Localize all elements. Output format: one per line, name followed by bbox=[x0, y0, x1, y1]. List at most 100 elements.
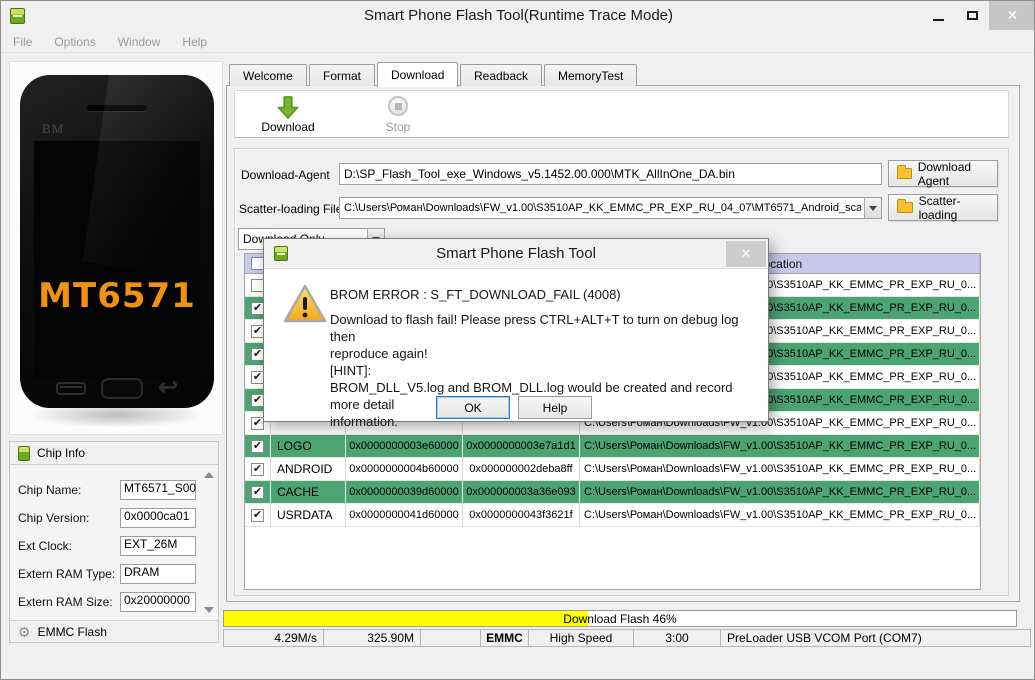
cell-begin-address: 0x0000000003e60000 bbox=[346, 435, 463, 458]
download-agent-button-label: Download Agent bbox=[917, 159, 972, 188]
phone-brand-label: BM bbox=[42, 121, 65, 136]
chip-field-value[interactable]: EXT_26M bbox=[120, 536, 196, 556]
chip-field-value[interactable]: MT6571_S00 bbox=[120, 480, 196, 500]
folder-icon bbox=[897, 165, 912, 179]
error-dialog: Smart Phone Flash Tool ✕ BROM ERROR : S_… bbox=[263, 238, 769, 429]
row-checkbox[interactable]: ✔ bbox=[251, 485, 264, 499]
phone-screen: MT6571 bbox=[34, 141, 200, 379]
phone-speaker bbox=[87, 105, 147, 111]
status-cell-connection-speed: High Speed bbox=[529, 629, 634, 647]
chip-field-row: Extern RAM Size: 0x20000000 bbox=[10, 592, 218, 612]
tab-download[interactable]: Download bbox=[377, 62, 459, 87]
cell-begin-address: 0x0000000041d60000 bbox=[346, 504, 463, 527]
phone-preview-panel: BM MT6571 ↩ bbox=[9, 61, 223, 435]
cell-location: C:\Users\Роман\Downloads\FW_v1.00\S3510A… bbox=[580, 435, 980, 458]
chip-field-label: Ext Clock: bbox=[18, 539, 73, 553]
progress-label: Download Flash 46% bbox=[563, 612, 677, 626]
close-button[interactable]: ✕ bbox=[989, 1, 1034, 30]
download-action-button[interactable]: Download bbox=[253, 94, 323, 136]
table-row[interactable]: ✔ USRDATA 0x0000000041d60000 0x0000000043f3… bbox=[245, 504, 980, 527]
download-agent-input[interactable] bbox=[339, 163, 882, 185]
scatter-loading-button-label: Scatter-loading bbox=[918, 193, 961, 222]
dialog-title: Smart Phone Flash Tool bbox=[436, 245, 596, 262]
stop-action-label: Stop bbox=[385, 120, 411, 134]
row-check-cell: ✔ bbox=[245, 481, 271, 504]
scatter-loading-button[interactable]: Scatter-loading bbox=[888, 193, 998, 222]
toolbar: Download Stop bbox=[234, 90, 1009, 138]
phone-image: BM MT6571 ↩ bbox=[20, 75, 214, 408]
cell-location: C:\Users\Роман\Downloads\FW_v1.00\S3510A… bbox=[580, 458, 980, 481]
menu-item-help[interactable]: Help bbox=[182, 35, 207, 49]
cell-name: ANDROID bbox=[271, 458, 346, 481]
phone-model-label: MT6571 bbox=[38, 276, 196, 316]
ok-button[interactable]: OK bbox=[436, 396, 510, 419]
menu-item-window[interactable]: Window bbox=[118, 35, 161, 49]
chip-field-label: Chip Name: bbox=[18, 483, 82, 497]
chip-field-label: Extern RAM Size: bbox=[18, 595, 113, 609]
emmc-flash-header[interactable]: ⚙ EMMC Flash bbox=[10, 620, 218, 642]
cell-location: C:\Users\Роман\Downloads\FW_v1.00\S3510A… bbox=[580, 481, 980, 504]
scroll-up-icon[interactable] bbox=[204, 472, 214, 478]
row-checkbox[interactable]: ✔ bbox=[251, 439, 264, 453]
cell-name: USRDATA bbox=[271, 504, 346, 527]
chip-info-header[interactable]: Chip Info bbox=[10, 442, 218, 465]
cell-begin-address: 0x0000000004b60000 bbox=[346, 458, 463, 481]
menu-item-options[interactable]: Options bbox=[54, 35, 95, 49]
tab-readback[interactable]: Readback bbox=[460, 64, 543, 86]
maximize-icon bbox=[966, 11, 978, 20]
row-checkbox[interactable]: ✔ bbox=[251, 508, 264, 522]
row-check-cell: ✔ bbox=[245, 504, 271, 527]
status-cell-speed: 4.29M/s bbox=[223, 629, 324, 647]
row-check-cell: ✔ bbox=[245, 435, 271, 458]
scatter-file-combobox[interactable] bbox=[339, 197, 882, 219]
title-bar: Smart Phone Flash Tool(Runtime Trace Mod… bbox=[1, 1, 1034, 31]
window-title: Smart Phone Flash Tool(Runtime Trace Mod… bbox=[363, 7, 674, 24]
chip-info-panel: Chip Info Chip Name: MT6571_S00 Chip Versi… bbox=[9, 441, 219, 643]
minimize-button[interactable] bbox=[923, 1, 953, 30]
chip-field-value[interactable]: 0x0000ca01 bbox=[120, 508, 196, 528]
status-cell-time: 3:00 bbox=[634, 629, 721, 647]
chip-field-value[interactable]: DRAM bbox=[120, 564, 196, 584]
dialog-error-title: BROM ERROR : S_FT_DOWNLOAD_FAIL (4008) bbox=[330, 287, 621, 302]
menu-bar: File Options Window Help bbox=[1, 31, 1034, 53]
chip-field-label: Extern RAM Type: bbox=[18, 567, 116, 581]
cell-end-address: 0x0000000043f3621f bbox=[463, 504, 580, 527]
cell-location: C:\Users\Роман\Downloads\FW_v1.00\S3510A… bbox=[580, 504, 980, 527]
table-row[interactable]: ✔ LOGO 0x0000000003e60000 0x0000000003e7a1d… bbox=[245, 435, 980, 458]
folder-icon bbox=[897, 199, 913, 213]
phone-back-icon: ↩ bbox=[157, 374, 178, 401]
tab-format[interactable]: Format bbox=[309, 64, 376, 86]
table-row[interactable]: ✔ ANDROID 0x0000000004b60000 0x000000002deb… bbox=[245, 458, 980, 481]
row-checkbox[interactable]: ✔ bbox=[251, 462, 264, 476]
cell-end-address: 0x000000003a36e093 bbox=[463, 481, 580, 504]
stop-action-button[interactable]: Stop bbox=[363, 94, 433, 136]
stop-icon bbox=[388, 96, 408, 116]
download-progress-bar: Download Flash 46% bbox=[223, 610, 1017, 627]
help-button[interactable]: Help bbox=[518, 396, 592, 419]
menu-item-file[interactable]: File bbox=[13, 35, 32, 49]
phone-nav-bar: ↩ bbox=[20, 375, 214, 401]
table-row[interactable]: ✔ CACHE 0x0000000039d60000 0x000000003a36e0… bbox=[245, 481, 980, 504]
scatter-combo-arrow-icon[interactable] bbox=[864, 198, 881, 218]
chip-info-body: Chip Name: MT6571_S00 Chip Version: 0x0000c… bbox=[10, 466, 218, 619]
dialog-close-button[interactable]: ✕ bbox=[726, 241, 766, 267]
chip-field-label: Chip Version: bbox=[18, 511, 90, 525]
chip-field-row: Chip Name: MT6571_S00 bbox=[10, 480, 218, 500]
tab-memorytest[interactable]: MemoryTest bbox=[544, 64, 638, 86]
cell-end-address: 0x0000000003e7a1d1 bbox=[463, 435, 580, 458]
download-agent-label: Download-Agent bbox=[241, 168, 330, 182]
chip-field-row: Ext Clock: EXT_26M bbox=[10, 536, 218, 556]
chip-field-row: Extern RAM Type: DRAM bbox=[10, 564, 218, 584]
maximize-button[interactable] bbox=[957, 1, 987, 30]
download-agent-button[interactable]: Download Agent bbox=[888, 159, 998, 188]
download-arrow-icon bbox=[277, 96, 299, 119]
cell-begin-address: 0x0000000039d60000 bbox=[346, 481, 463, 504]
status-bar: 4.29M/s 325.90M EMMC High Speed 3:00 PreLoade… bbox=[223, 629, 1031, 647]
tab-welcome[interactable]: Welcome bbox=[229, 64, 307, 86]
minimize-icon bbox=[932, 18, 944, 21]
status-cell-port: PreLoader USB VCOM Port (COM7) bbox=[721, 629, 1031, 647]
chip-icon bbox=[18, 445, 30, 461]
cell-name: LOGO bbox=[271, 435, 346, 458]
chip-field-value[interactable]: 0x20000000 bbox=[120, 592, 196, 612]
cell-name: CACHE bbox=[271, 481, 346, 504]
